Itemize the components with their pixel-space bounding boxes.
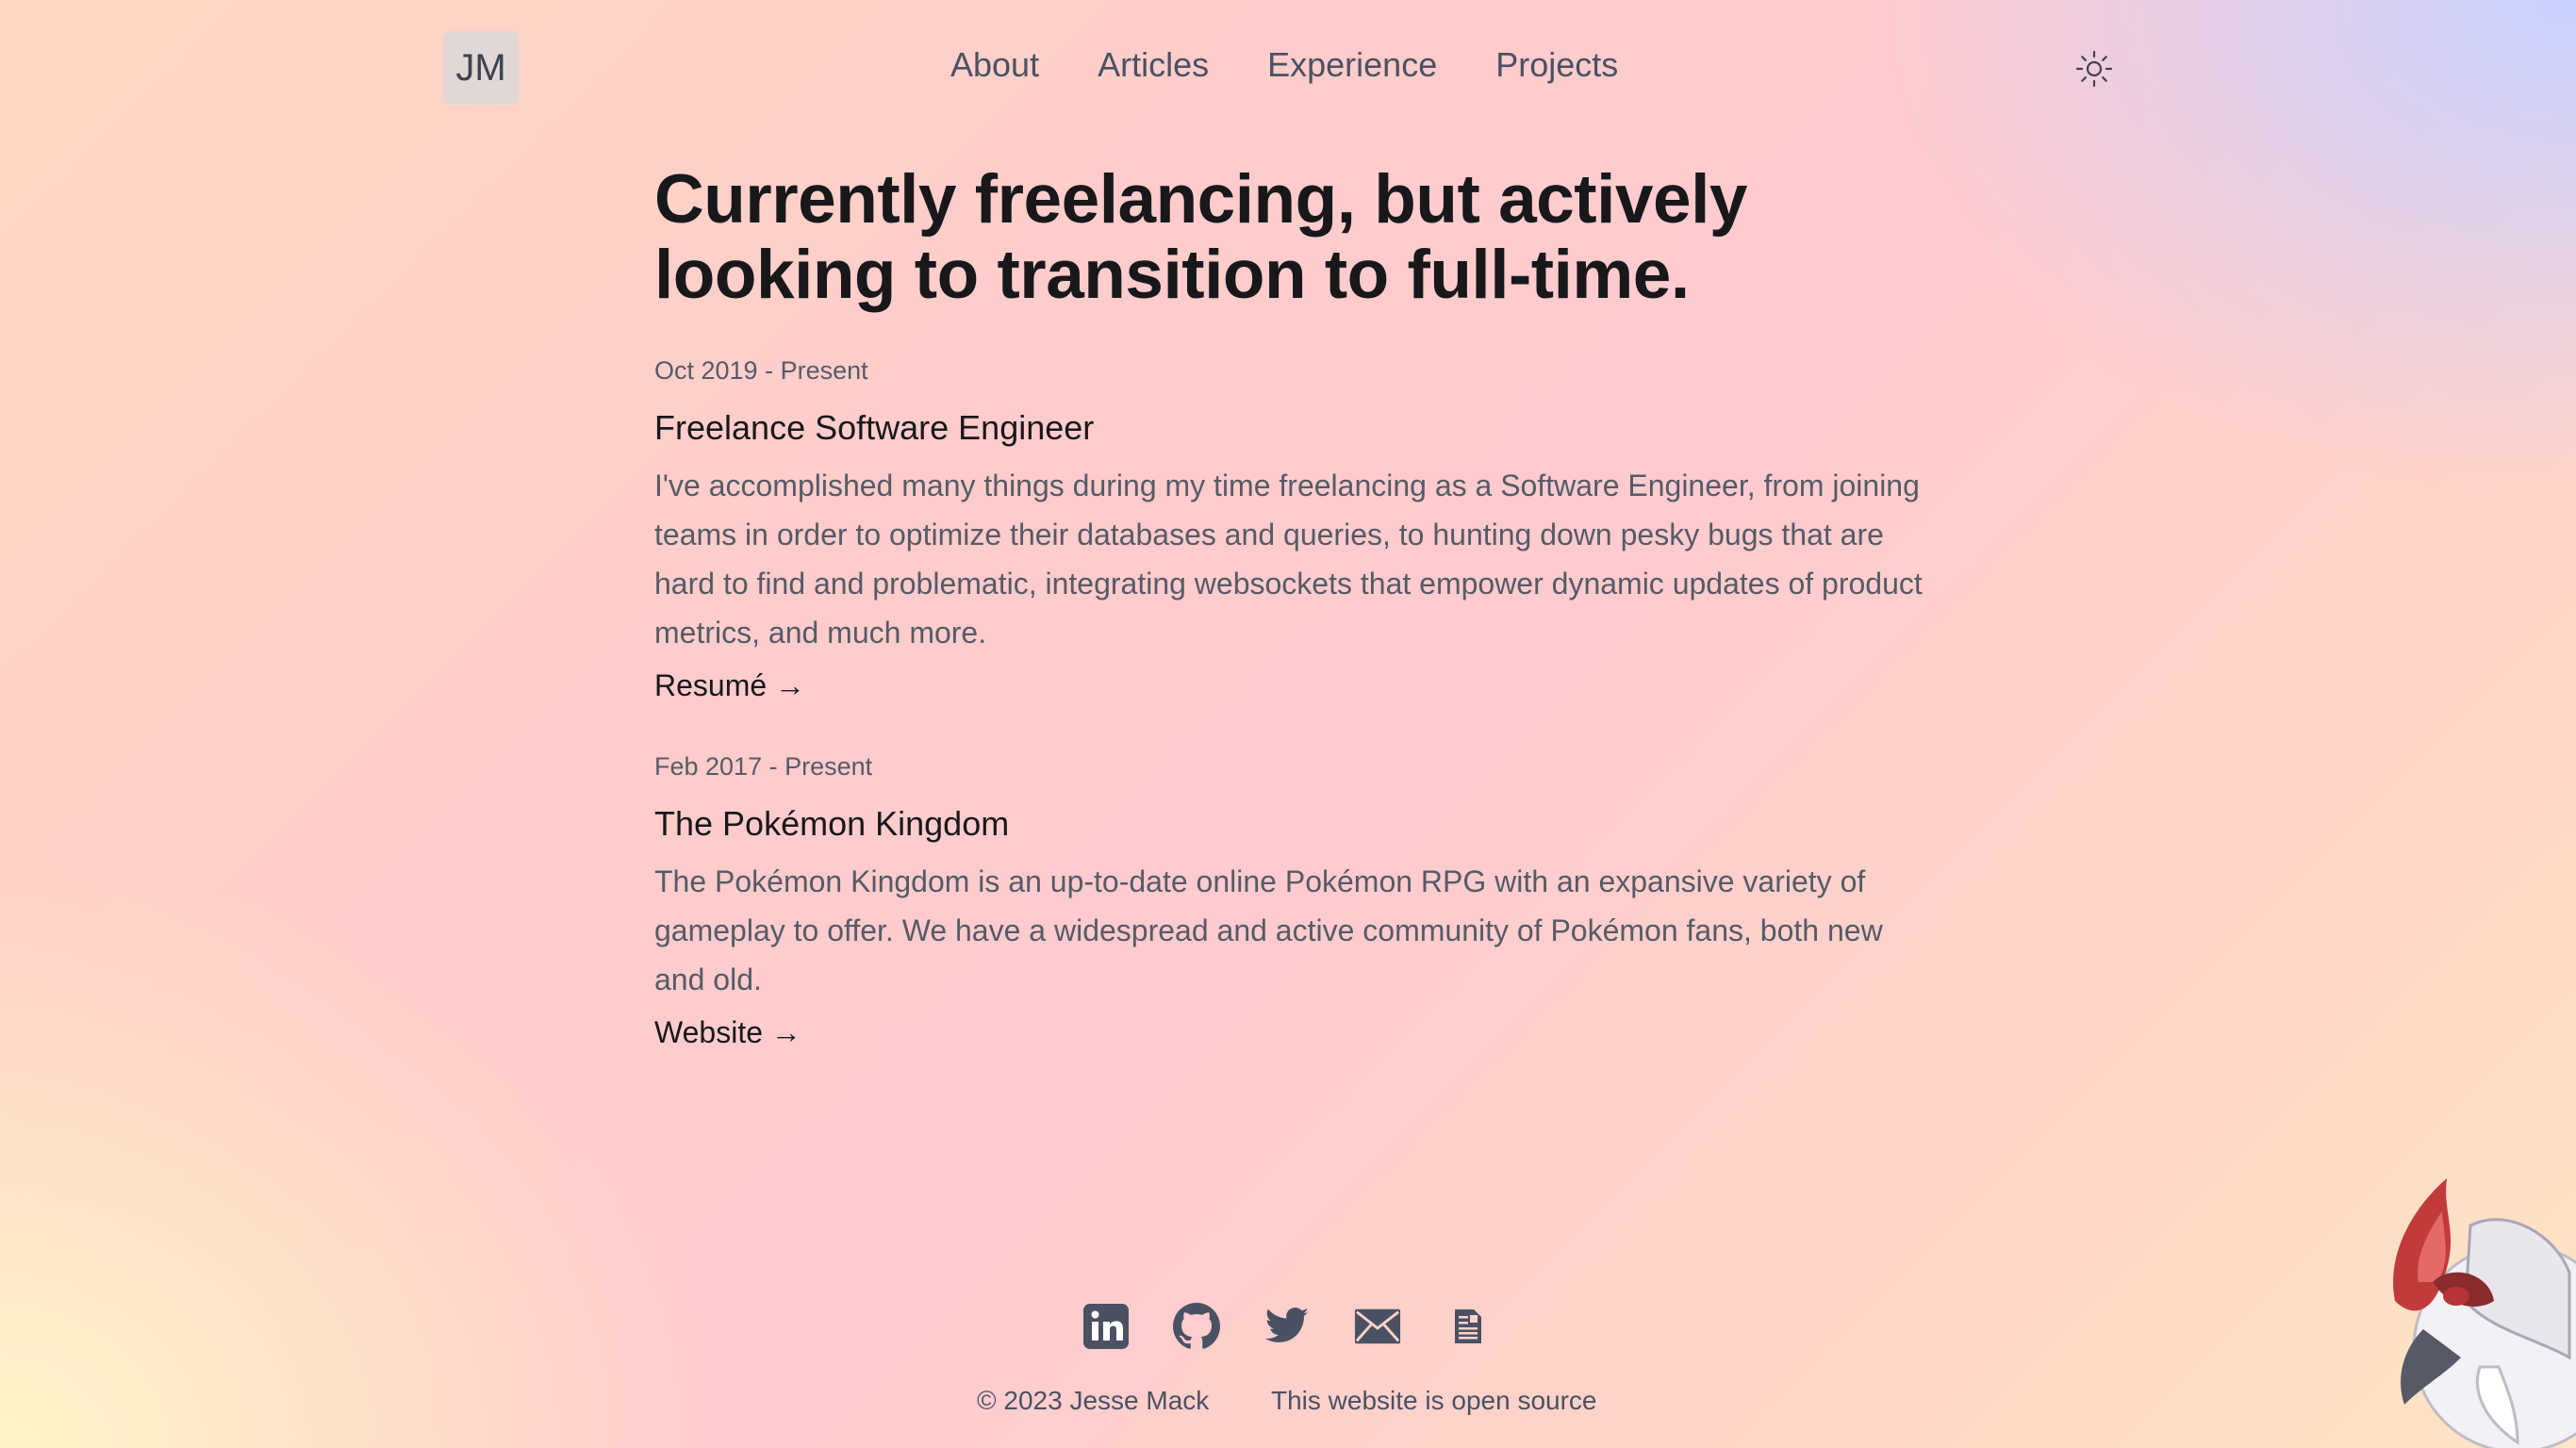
main-nav: About Articles Experience Projects — [950, 45, 1618, 85]
resume-link[interactable]: Resumé → — [654, 668, 805, 703]
entry-description: The Pokémon Kingdom is an up-to-date onl… — [654, 864, 1883, 996]
experience-entry: Oct 2019 - Present Freelance Software En… — [654, 356, 1937, 703]
experience-entry: Feb 2017 - Present The Pokémon Kingdom T… — [654, 752, 1937, 1050]
github-link[interactable] — [1173, 1303, 1220, 1350]
pokemon-mascot-image — [2376, 1169, 2576, 1448]
sun-icon — [2075, 50, 2113, 88]
nav-articles[interactable]: Articles — [1098, 45, 1209, 85]
entry-date: Oct 2019 - Present — [654, 356, 868, 385]
mail-icon — [1354, 1308, 1401, 1344]
entry-description: I've accomplished many things during my … — [654, 469, 1923, 650]
page-heading-line-1: Currently freelancing, but actively — [654, 161, 1747, 238]
open-source-link[interactable]: This website is open source — [1271, 1386, 1597, 1416]
entry-title: Freelance Software Engineer — [654, 408, 1095, 447]
twitter-link[interactable] — [1263, 1303, 1311, 1350]
nav-about[interactable]: About — [950, 45, 1039, 85]
resume-document-link[interactable] — [1445, 1303, 1492, 1350]
logo-button[interactable]: JM — [443, 31, 519, 105]
page-heading-line-2: looking to transition to full-time. — [654, 237, 1690, 313]
site-header: JM About Articles Experience Projects — [0, 0, 2576, 137]
linkedin-icon — [1083, 1304, 1129, 1349]
theme-toggle-button[interactable] — [2074, 49, 2114, 89]
social-links — [1082, 1303, 1492, 1350]
entry-title: The Pokémon Kingdom — [654, 804, 1010, 843]
mascot-icon — [2393, 1178, 2576, 1448]
copyright: © 2023 Jesse Mack — [977, 1386, 1210, 1415]
email-link[interactable] — [1354, 1303, 1401, 1350]
github-icon — [1173, 1303, 1220, 1349]
twitter-icon — [1264, 1308, 1309, 1342]
website-link[interactable]: Website → — [654, 1015, 801, 1050]
document-icon — [1455, 1309, 1481, 1343]
linkedin-link[interactable] — [1082, 1303, 1130, 1350]
main-content: Currently freelancing, but actively look… — [654, 162, 1937, 1050]
page-heading: Currently freelancing, but actively look… — [654, 162, 1937, 313]
nav-experience[interactable]: Experience — [1267, 45, 1437, 85]
entry-date: Feb 2017 - Present — [654, 752, 873, 781]
nav-projects[interactable]: Projects — [1495, 45, 1618, 85]
